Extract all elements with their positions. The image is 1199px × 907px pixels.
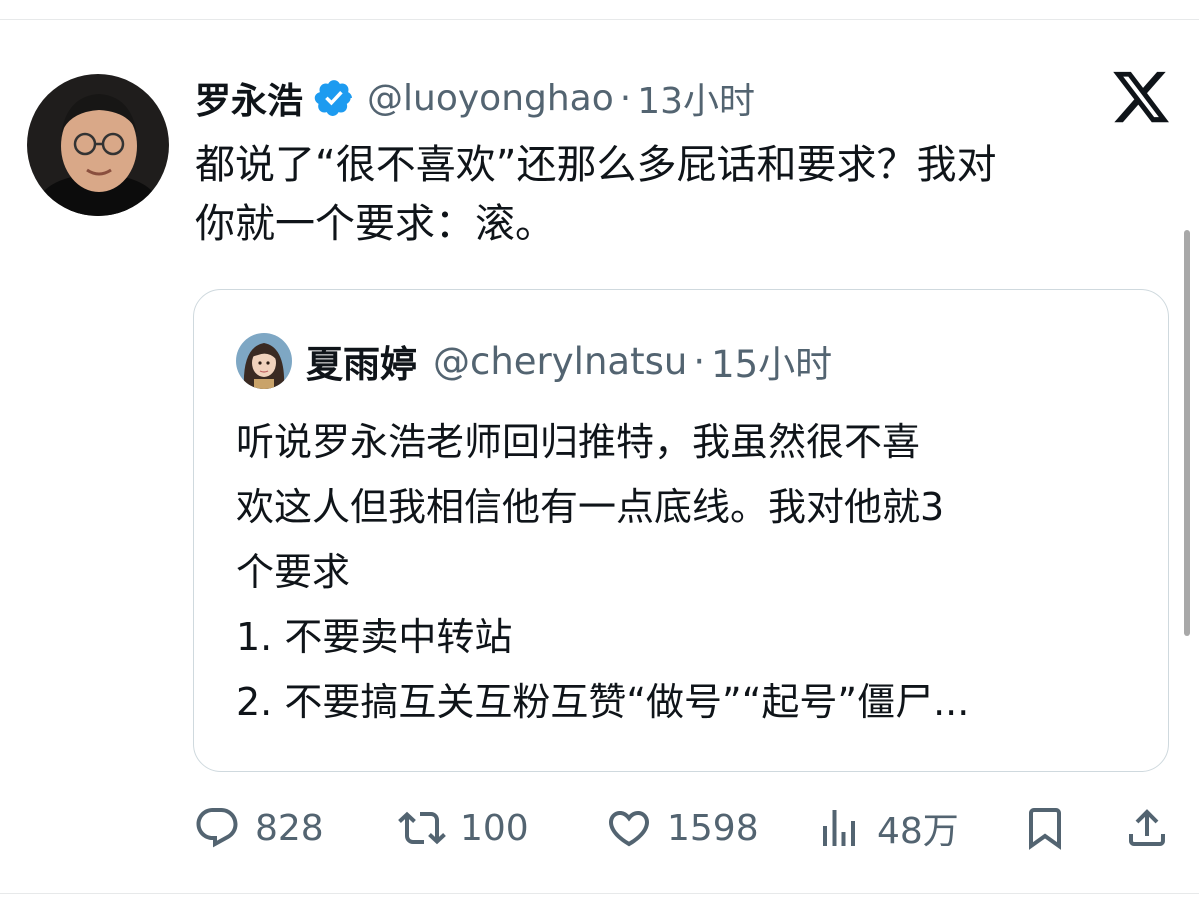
views-count: 48万 xyxy=(877,811,959,852)
separator-dot: · xyxy=(619,77,632,119)
reply-icon xyxy=(196,808,238,848)
quoted-separator-dot: · xyxy=(693,339,706,383)
bookmark-button[interactable] xyxy=(1021,800,1069,856)
tweet-timestamp[interactable]: 13小时 xyxy=(637,72,755,124)
quoted-tweet-text: 听说罗永浩老师回归推特，我虽然很不喜 欢这人但我相信他有一点底线。我对他就3 个… xyxy=(236,420,970,724)
verified-badge-icon xyxy=(313,77,355,119)
scrollbar[interactable] xyxy=(1184,230,1190,636)
views-button[interactable]: 48万 xyxy=(815,800,959,856)
quoted-author-name[interactable]: 夏雨婷 xyxy=(306,334,417,388)
bookmark-icon xyxy=(1029,808,1061,850)
like-count: 1598 xyxy=(667,807,759,849)
quoted-author-avatar[interactable] xyxy=(236,333,292,389)
author-name[interactable]: 罗永浩 xyxy=(195,72,303,124)
author-handle[interactable]: @luoyonghao xyxy=(367,78,614,119)
reply-count: 828 xyxy=(255,807,324,849)
tweet-header: 罗永浩 @luoyonghao · 13小时 xyxy=(195,72,755,124)
quoted-tweet-card[interactable]: 夏雨婷 @cherylnatsu · 15小时 听说罗永浩老师回归推特，我虽然很… xyxy=(193,289,1169,772)
share-icon xyxy=(1129,809,1165,846)
like-button[interactable]: 1598 xyxy=(605,800,759,856)
tweet-action-bar: 828 100 1598 48万 xyxy=(193,800,1173,856)
share-button[interactable] xyxy=(1123,800,1171,856)
top-divider xyxy=(0,19,1199,20)
bottom-divider xyxy=(0,893,1199,894)
views-icon xyxy=(823,810,855,846)
retweet-count: 100 xyxy=(460,807,529,849)
retweet-button[interactable]: 100 xyxy=(398,800,529,856)
tweet-text: 都说了“很不喜欢”还那么多屁话和要求？我对 你就一个要求：滚。 xyxy=(195,142,997,247)
like-icon xyxy=(608,811,650,847)
reply-button[interactable]: 828 xyxy=(193,800,324,856)
quoted-author-handle[interactable]: @cherylnatsu xyxy=(433,340,687,383)
x-logo-icon[interactable] xyxy=(1110,66,1172,128)
quoted-tweet-header: 夏雨婷 @cherylnatsu · 15小时 xyxy=(236,332,832,390)
author-avatar[interactable] xyxy=(27,74,169,216)
quoted-tweet-timestamp[interactable]: 15小时 xyxy=(711,334,832,388)
retweet-icon xyxy=(398,811,446,845)
